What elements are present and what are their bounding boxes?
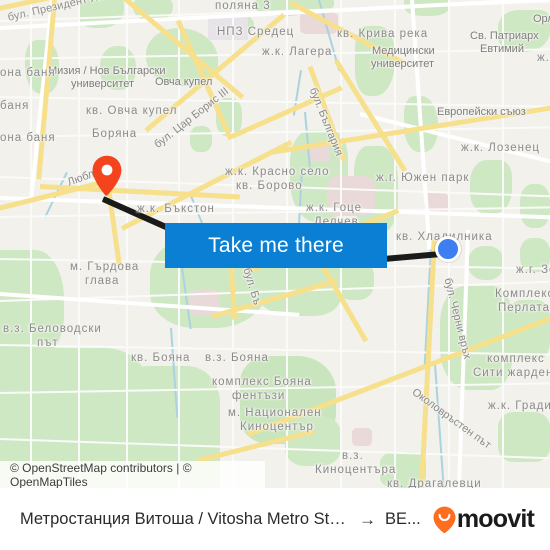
arrow-right-icon: → <box>359 509 376 529</box>
map-canvas[interactable]: бул. Президент Линкълн поляна 3 НПЗ Средец… <box>0 0 550 488</box>
map-dot-destination-icon[interactable] <box>435 236 461 262</box>
moovit-logo[interactable]: moovit <box>433 505 535 534</box>
park-area <box>190 126 212 152</box>
river <box>434 363 445 488</box>
park-area <box>468 246 504 280</box>
route-destination-label: BE... <box>385 510 421 528</box>
street <box>502 0 504 488</box>
moovit-wordmark: moovit <box>456 505 535 533</box>
street <box>78 0 80 488</box>
route-footer-bar: Метростанция Витоша / Vitosha Metro Sta.… <box>0 488 550 550</box>
route-origin-label: Метростанция Витоша / Vitosha Metro Sta.… <box>20 510 350 528</box>
street <box>0 126 550 138</box>
map-label: ж.к. <box>537 52 550 64</box>
street <box>30 0 32 488</box>
take-me-there-button[interactable]: Take me there <box>165 223 387 268</box>
street <box>0 96 550 108</box>
park-area <box>498 412 550 462</box>
street <box>394 0 396 488</box>
attribution-text: © OpenStreetMap contributors | © OpenMap… <box>10 460 192 489</box>
map-label: глава <box>85 275 120 287</box>
street <box>126 0 128 488</box>
map-label: м. Гърдова <box>70 261 140 273</box>
park-area <box>100 46 136 90</box>
map-pin-origin-icon[interactable] <box>91 155 123 197</box>
map-label: она баня <box>0 132 56 144</box>
street <box>0 48 550 60</box>
map-label: баня <box>0 100 30 112</box>
park-area <box>498 10 550 52</box>
park-area <box>470 160 512 214</box>
moovit-pin-icon <box>433 506 456 533</box>
park-area <box>285 416 341 466</box>
moovit-route-preview: бул. Президент Линкълн поляна 3 НПЗ Средец… <box>0 0 550 550</box>
park-area <box>0 250 64 358</box>
map-attribution[interactable]: © OpenStreetMap contributors | © OpenMap… <box>0 461 265 488</box>
landuse-area <box>352 428 372 446</box>
